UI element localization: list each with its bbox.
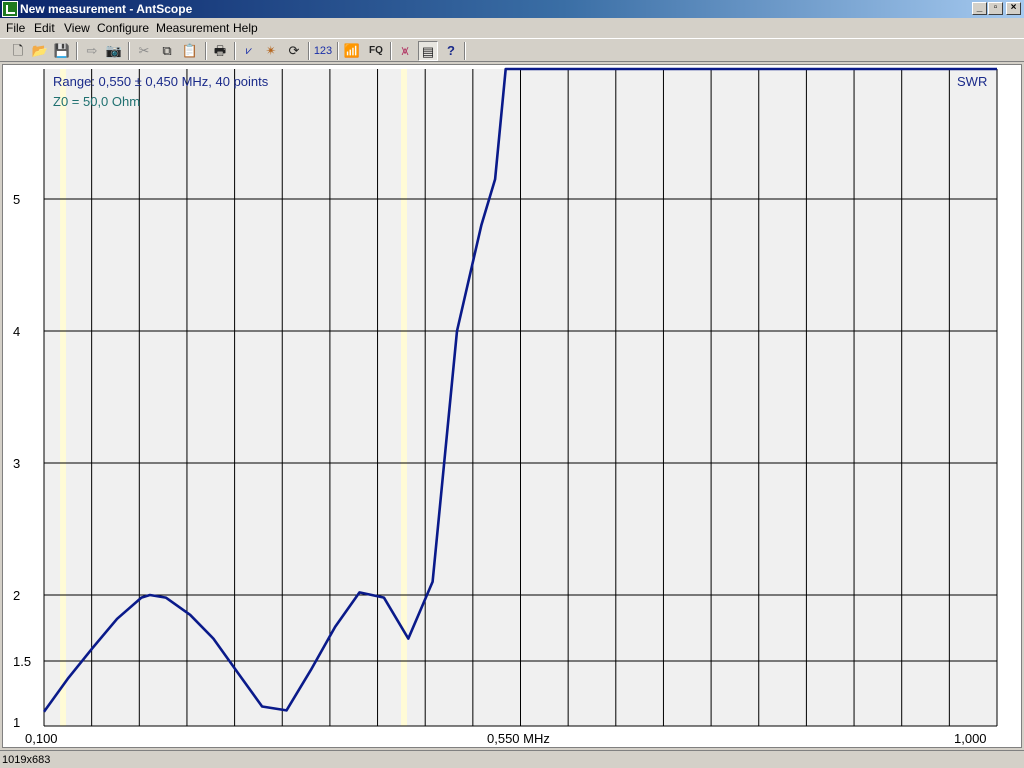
menu-view[interactable]: View [64, 21, 90, 35]
swr-plot-panel[interactable]: Range: 0,550 ± 0,450 MHz, 40 points Z0 =… [2, 64, 1022, 748]
toolbar-separator [128, 42, 130, 60]
swr-chart[interactable] [3, 65, 1021, 747]
status-bar: 1019x683 [0, 750, 1024, 768]
y-tick-label: 5 [13, 192, 21, 207]
status-text: 1019x683 [2, 754, 51, 766]
x-tick-label: 1,000 [954, 731, 987, 746]
antenna-icon[interactable]: 📶 [342, 41, 362, 61]
close-button[interactable]: × [1006, 2, 1021, 15]
toolbar-separator [390, 42, 392, 60]
camera-icon[interactable]: 📷 [104, 41, 124, 61]
cut-icon[interactable]: ✂ [134, 41, 154, 61]
refresh-icon[interactable]: ⟳ [284, 41, 304, 61]
export-icon[interactable]: ⇨ [82, 41, 102, 61]
y-tick-label: 2 [13, 588, 21, 603]
menu-configure[interactable]: Configure [97, 21, 149, 35]
fq-icon[interactable]: FQ [366, 41, 386, 61]
swr-graph-icon[interactable]: ⩗ [239, 41, 259, 61]
toolbar-separator [337, 42, 339, 60]
x-tick-label: 0,100 [25, 731, 58, 746]
new-file-icon[interactable]: 🗋 [8, 41, 28, 61]
app-icon[interactable] [2, 1, 18, 17]
save-icon[interactable]: 💾 [52, 41, 72, 61]
copy-icon[interactable]: ⧉ [157, 41, 177, 61]
toolbar-separator [205, 42, 207, 60]
frequency-marker [60, 69, 67, 726]
y-tick-label: 3 [13, 456, 21, 471]
restore-button[interactable]: ▫ [988, 2, 1003, 15]
toolbar-separator [234, 42, 236, 60]
help-icon[interactable]: ? [441, 41, 461, 61]
minimize-button[interactable]: _ [972, 2, 987, 15]
paste-icon[interactable]: 📋 [180, 41, 200, 61]
toolbar: 🗋 📂 💾 ⇨ 📷 ✂ ⧉ 📋 🖶 ⩗ ✴ ⟳ 123 📶 FQ ⩙ ▤ ? [0, 38, 1024, 62]
toolbar-separator [308, 42, 310, 60]
y-tick-label: 1.5 [13, 654, 32, 669]
table-icon[interactable]: ▤ [418, 41, 438, 61]
title-bar[interactable]: New measurement - AntScope _ ▫ × [0, 0, 1024, 18]
menu-file[interactable]: File [6, 21, 25, 35]
window-title: New measurement - AntScope [20, 2, 193, 16]
open-folder-icon[interactable]: 📂 [30, 41, 50, 61]
numbers-icon[interactable]: 123 [313, 41, 333, 61]
z0-info: Z0 = 50,0 Ohm [53, 94, 141, 109]
menu-edit[interactable]: Edit [34, 21, 55, 35]
print-icon[interactable]: 🖶 [210, 41, 230, 61]
toolbar-separator [464, 42, 466, 60]
x-tick-label: 0,550 MHz [487, 731, 550, 746]
star-icon[interactable]: ✴ [261, 41, 281, 61]
menu-bar: File Edit View Configure Measurement Hel… [0, 18, 1024, 37]
y-tick-label: 4 [13, 324, 21, 339]
curve-label-swr: SWR [957, 74, 988, 89]
range-info: Range: 0,550 ± 0,450 MHz, 40 points [53, 74, 269, 89]
menu-help[interactable]: Help [233, 21, 258, 35]
dual-curve-icon[interactable]: ⩙ [395, 41, 415, 61]
toolbar-separator [76, 42, 78, 60]
y-tick-label: 1 [13, 715, 21, 730]
menu-measurement[interactable]: Measurement [156, 21, 229, 35]
app-window: New measurement - AntScope _ ▫ × File Ed… [0, 0, 1024, 768]
